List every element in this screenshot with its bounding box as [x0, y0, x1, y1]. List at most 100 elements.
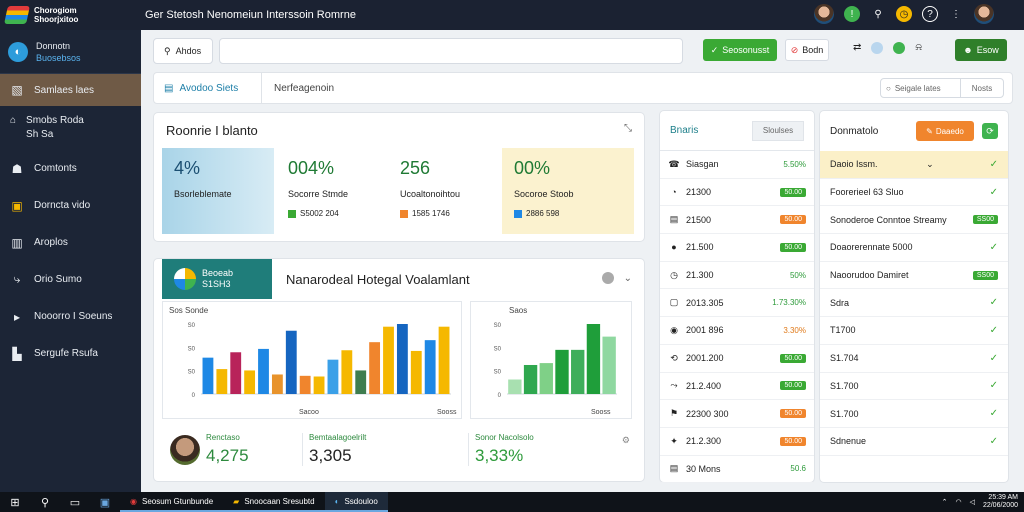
task-row[interactable]: Doaorerennate 5000 ✓	[820, 234, 1008, 262]
files-icon[interactable]: ▭	[60, 496, 90, 509]
bar[interactable]	[396, 324, 408, 394]
status-dot-icon[interactable]	[871, 42, 884, 54]
taskbar-app[interactable]: ◐ Ssdouloo	[324, 492, 388, 512]
bar[interactable]	[341, 350, 353, 394]
task-row[interactable]: T1700 ✓	[820, 317, 1008, 345]
bar[interactable]	[271, 374, 283, 394]
task-row[interactable]: Sdra ✓	[820, 289, 1008, 318]
bar[interactable]	[258, 348, 269, 394]
search-icon[interactable]: ⚲	[30, 496, 60, 509]
bar[interactable]	[285, 330, 297, 394]
clock-icon[interactable]: ◷	[896, 6, 912, 22]
bar[interactable]	[230, 352, 242, 394]
bar[interactable]	[586, 324, 601, 394]
sidebar-item-routes[interactable]: ⤷ Orio Sumo	[0, 261, 141, 298]
list-item[interactable]: ▤ 30 Mons 50.6	[660, 456, 814, 484]
task-row[interactable]: Sdnenue ✓	[820, 428, 1008, 456]
kpi-card[interactable]: 004% Socorre Stmde S5002 204	[276, 148, 386, 234]
expand-icon[interactable]: ⤡	[624, 123, 632, 134]
bar[interactable]	[202, 357, 214, 394]
wifi-icon[interactable]: ◠	[955, 498, 961, 506]
sidebar-item-analytics[interactable]: ▥ Aroplos	[0, 224, 141, 261]
task-row[interactable]: S1.700 ✓	[820, 400, 1008, 428]
sidebar-item-inbox[interactable]: ⌂ Smobs Roda Sh Sa	[0, 106, 141, 150]
user-avatar-icon[interactable]	[814, 4, 834, 24]
task-row[interactable]: Foorerieel 63 Sluo ✓	[820, 179, 1008, 207]
search-field[interactable]	[219, 38, 683, 64]
sidebar-item-services[interactable]: ▙ Sergufe Rsufa	[0, 335, 141, 372]
alert-icon[interactable]: !	[844, 6, 860, 22]
list-item[interactable]: ◷ 21.300 50%	[660, 262, 814, 290]
bar[interactable]	[244, 370, 256, 394]
bar[interactable]	[410, 350, 422, 394]
bar[interactable]	[313, 376, 325, 395]
bar[interactable]	[424, 340, 436, 394]
shuffle-icon[interactable]: ⇄	[853, 42, 861, 54]
bar[interactable]	[216, 369, 228, 394]
kpi-card[interactable]: 256 Ucoaltonoihtou 1585 1746	[388, 148, 500, 234]
list-item[interactable]: ✦ 21.2.300 50.00	[660, 428, 814, 456]
volume-icon[interactable]: ◁	[970, 498, 975, 506]
list-item[interactable]: ▢ 2013.305 1.73.30%	[660, 289, 814, 318]
list-item[interactable]: ◔ 21300 50.00	[660, 179, 814, 207]
bar[interactable]	[508, 379, 522, 394]
bar[interactable]	[327, 359, 339, 394]
list-item[interactable]: ☎ Siasgan 5.50%	[660, 151, 814, 179]
search-input[interactable]: ⚲ Ahdos	[153, 38, 213, 64]
sidebar-item-sales[interactable]: ▧ Samlaes laes	[0, 74, 141, 106]
more-icon[interactable]: ⋮	[948, 6, 964, 22]
store-icon[interactable]: ▣	[90, 496, 120, 509]
bar[interactable]	[299, 375, 311, 394]
bar[interactable]	[383, 326, 394, 394]
task-row[interactable]: Sonoderoe Conntoe Streamy SS00	[820, 206, 1008, 235]
refresh-icon[interactable]: ⟳	[982, 123, 998, 139]
list-item[interactable]: ⟲ 2001.200 50.00	[660, 345, 814, 373]
clock[interactable]: 25:39 AM 22/06/2000	[983, 494, 1018, 510]
list-item[interactable]: ◉ 2001 896 3.30%	[660, 317, 814, 345]
account-button[interactable]: ☻ Esow	[955, 39, 1007, 61]
bar[interactable]	[369, 342, 381, 394]
list-item[interactable]: ⤳ 21.2.400 50.00	[660, 373, 814, 401]
taskbar-app[interactable]: ▰ Snoocaan Sresubtd	[223, 492, 325, 512]
bar[interactable]	[539, 363, 553, 394]
bar[interactable]	[602, 336, 616, 394]
list-filter-button[interactable]: Sloulses	[752, 120, 804, 141]
sidebar-item-contacts[interactable]: ☗ Comtonts	[0, 150, 141, 187]
bar[interactable]	[555, 349, 569, 394]
bar[interactable]	[571, 349, 585, 394]
list-item[interactable]: ● 21.500 50.00	[660, 234, 814, 262]
bar[interactable]	[438, 326, 450, 394]
app-logo[interactable]: Chorogiom Shoorjxitoo	[0, 0, 141, 30]
profile-avatar-icon[interactable]	[974, 4, 994, 24]
sidebar-item-media[interactable]: ▣ Dorncta vido	[0, 187, 141, 224]
task-row[interactable]: Daoio Issm. ⌄ ✓	[820, 151, 1008, 179]
bell-icon[interactable]: ⍾	[915, 42, 922, 54]
settings-icon[interactable]: ⚙	[622, 435, 630, 446]
info-icon[interactable]	[601, 272, 614, 284]
chevron-up-icon[interactable]: ⌃	[942, 498, 948, 506]
taskbar-app[interactable]: ◉ Seosum Gtunbunde	[120, 492, 224, 512]
help-icon[interactable]: ?	[922, 6, 938, 22]
task-row[interactable]: S1.700 ✓	[820, 373, 1008, 401]
tab-search[interactable]: ○ Seigale lates Nosts	[880, 78, 1004, 98]
primary-button[interactable]: ✓ Seosonusst	[703, 39, 777, 61]
bar[interactable]	[523, 364, 538, 394]
sidebar-user[interactable]: ◐ Donnotn Buosebsos	[0, 30, 141, 74]
chevron-down-icon[interactable]: ⌄	[624, 273, 632, 284]
tab-second[interactable]: Nerfeagenoin	[264, 73, 344, 103]
online-icon[interactable]	[893, 42, 906, 54]
bar[interactable]	[355, 370, 367, 394]
pin-icon[interactable]: ⚲	[870, 6, 886, 22]
task-row[interactable]: S1.704 ✓	[820, 345, 1008, 373]
kpi-card[interactable]: 00% Socoroe Stoob 2886 598	[502, 148, 634, 234]
task-row[interactable]: Naoorudoo Damiret SS00	[820, 262, 1008, 290]
tab-active[interactable]: ▤ Avodoo Siets	[154, 73, 262, 103]
list-item[interactable]: ⚑ 22300 300 50.00	[660, 400, 814, 428]
secondary-button[interactable]: ⊘ Bodn	[785, 39, 829, 61]
kpi-card[interactable]: 4% Bsorleblemate	[162, 148, 274, 234]
sidebar-item-sessions[interactable]: ▸ Nooorro I Soeuns	[0, 298, 141, 335]
chevron-down-icon[interactable]: ⌄	[926, 159, 934, 170]
windows-start-icon[interactable]: ⊞	[0, 496, 30, 509]
list-item[interactable]: ▤ 21500 50.00	[660, 206, 814, 235]
orange-action-button[interactable]: ✎ Daaedo	[916, 121, 974, 141]
